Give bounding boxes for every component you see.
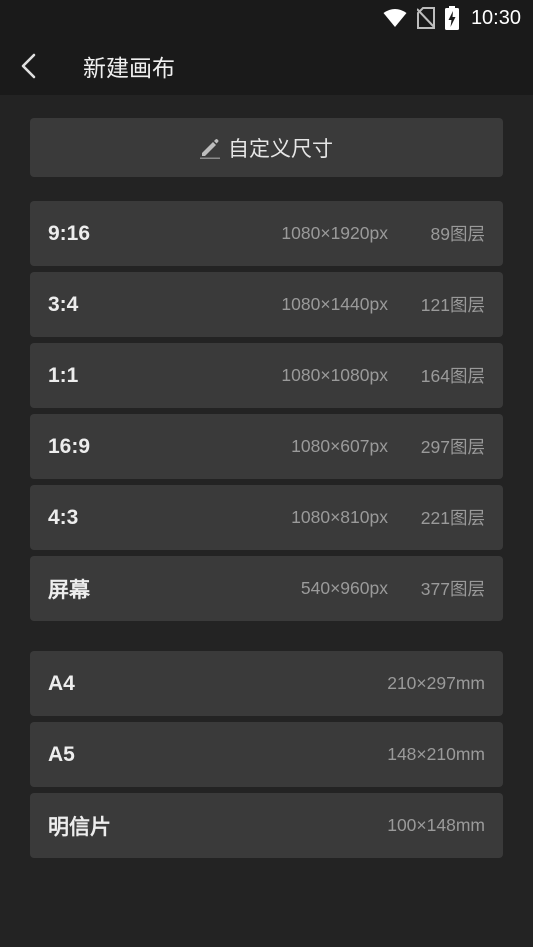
page-title: 新建画布	[83, 55, 175, 82]
paper-size: 100×148mm	[387, 815, 485, 835]
custom-size-label: 自定义尺寸	[228, 136, 333, 161]
preset-ratio: 屏幕	[48, 578, 90, 602]
preset-item-1-1[interactable]: 1:1 1080×1080px 164图层	[30, 343, 503, 408]
preset-item-9-16[interactable]: 9:16 1080×1920px 89图层	[30, 201, 503, 266]
canvas-options: 自定义尺寸 9:16 1080×1920px 89图层 3:4 1080×144…	[30, 118, 503, 858]
preset-item-3-4[interactable]: 3:4 1080×1440px 121图层	[30, 272, 503, 337]
preset-layers: 297图层	[420, 437, 485, 457]
preset-size: 540×960px	[300, 578, 388, 598]
preset-size: 1080×607px	[291, 436, 388, 456]
status-time: 10:30	[470, 6, 521, 29]
paper-name: 明信片	[48, 815, 111, 839]
back-button[interactable]	[20, 36, 76, 95]
preset-layers: 221图层	[420, 508, 485, 528]
preset-ratio: 4:3	[48, 505, 79, 529]
paper-size-list: A4 210×297mm A5 148×210mm 明信片 100×148mm	[30, 651, 503, 858]
preset-layers: 89图层	[430, 224, 485, 244]
paper-size: 148×210mm	[387, 744, 485, 764]
preset-size: 1080×1080px	[281, 365, 388, 385]
paper-name: A4	[48, 671, 75, 695]
preset-size: 1080×1440px	[281, 294, 388, 314]
paper-item-a4[interactable]: A4 210×297mm	[30, 651, 503, 716]
chevron-left-icon	[21, 53, 36, 78]
preset-size: 1080×1920px	[281, 223, 388, 243]
app-bar: 新建画布	[0, 36, 533, 95]
preset-layers: 164图层	[420, 366, 485, 386]
preset-layers: 121图层	[420, 295, 485, 315]
preset-list: 9:16 1080×1920px 89图层 3:4 1080×1440px 12…	[30, 201, 503, 621]
paper-name: A5	[48, 742, 75, 766]
preset-size: 1080×810px	[291, 507, 388, 527]
no-sim-icon	[416, 7, 435, 29]
wifi-icon	[383, 9, 407, 27]
preset-item-screen[interactable]: 屏幕 540×960px 377图层	[30, 556, 503, 621]
paper-item-postcard[interactable]: 明信片 100×148mm	[30, 793, 503, 858]
preset-ratio: 16:9	[48, 434, 91, 458]
preset-layers: 377图层	[420, 579, 485, 599]
pencil-icon	[200, 138, 220, 159]
preset-ratio: 1:1	[48, 363, 79, 387]
preset-item-4-3[interactable]: 4:3 1080×810px 221图层	[30, 485, 503, 550]
battery-charging-icon	[444, 6, 459, 30]
paper-item-a5[interactable]: A5 148×210mm	[30, 722, 503, 787]
preset-ratio: 9:16	[48, 221, 91, 245]
custom-size-button[interactable]: 自定义尺寸	[30, 118, 503, 177]
paper-size: 210×297mm	[387, 673, 485, 693]
status-bar: 10:30	[0, 0, 533, 36]
preset-ratio: 3:4	[48, 292, 79, 316]
preset-item-16-9[interactable]: 16:9 1080×607px 297图层	[30, 414, 503, 479]
